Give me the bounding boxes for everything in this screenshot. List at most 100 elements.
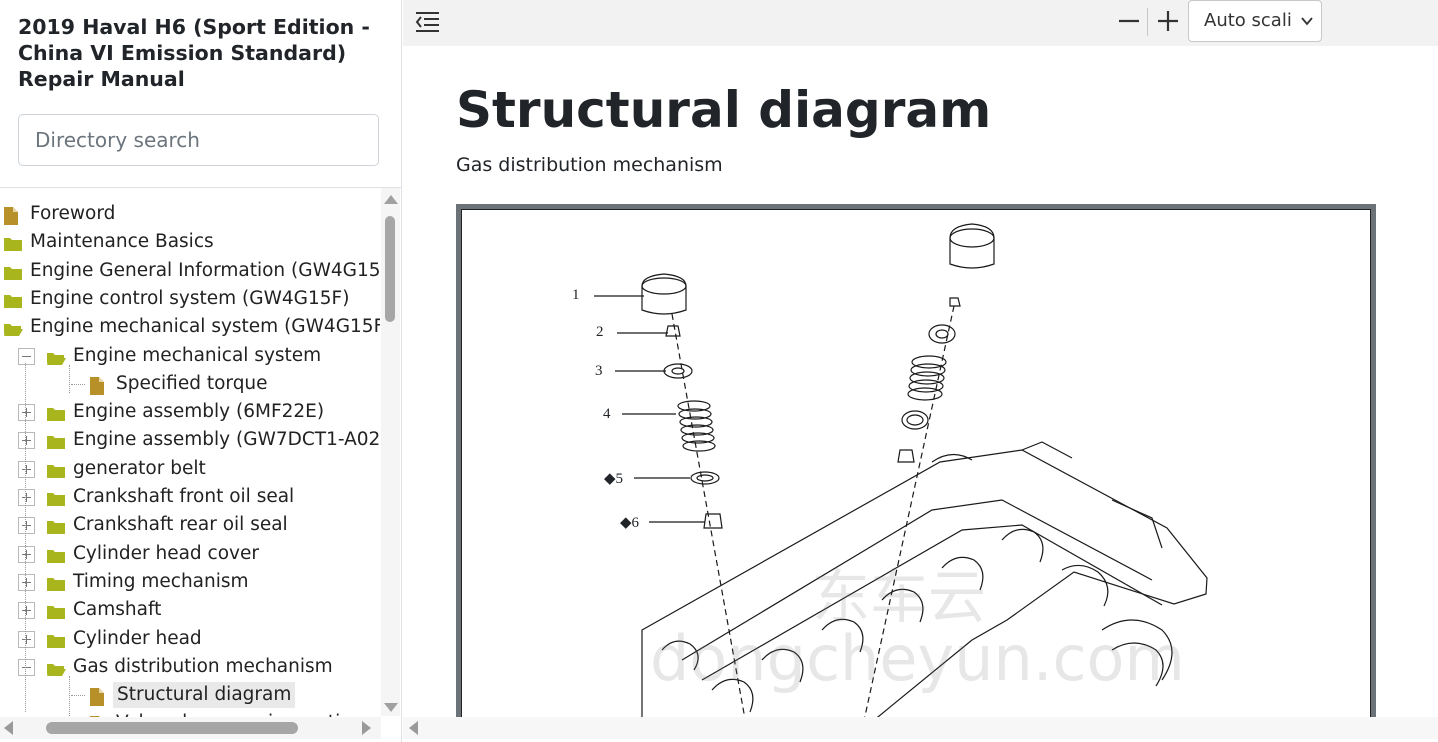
doc-scroll-left-arrow-icon[interactable] — [409, 721, 418, 735]
tree-item[interactable]: Engine mechanical system — [46, 343, 321, 369]
tree-guide-line — [69, 364, 70, 393]
expand-toggle-icon[interactable] — [18, 432, 35, 450]
expand-toggle-icon[interactable] — [18, 489, 35, 506]
tree-item[interactable]: Crankshaft rear oil seal — [46, 512, 288, 538]
document-horizontal-scrollbar[interactable] — [403, 717, 1438, 739]
callout-6: ◆6 — [620, 515, 640, 531]
tree-connector — [71, 383, 85, 385]
scroll-right-arrow-icon[interactable] — [362, 721, 371, 735]
exploded-view-drawing — [594, 223, 1208, 717]
tree-item[interactable]: Engine control system (GW4G15F) — [3, 286, 349, 312]
tree-item-label: Gas distribution mechanism — [73, 655, 333, 677]
folder-open-icon — [46, 654, 68, 680]
tree-item-label: Engine control system (GW4G15F) — [30, 287, 350, 309]
tree-item[interactable]: Camshaft — [46, 597, 161, 623]
tree-item-label: Crankshaft rear oil seal — [73, 514, 288, 536]
expand-toggle-icon[interactable] — [18, 602, 35, 620]
scroll-left-arrow-icon[interactable] — [4, 721, 13, 735]
sidebar-toggle-icon — [415, 12, 439, 32]
tree-item[interactable]: Engine assembly (GW7DCT1-A02) — [46, 427, 380, 453]
tree-item[interactable]: Engine mechanical system (GW4G15F) — [3, 314, 380, 340]
collapse-toggle-icon[interactable] — [18, 347, 35, 365]
document-icon — [89, 371, 111, 397]
tree-horizontal-scrollbar[interactable] — [0, 717, 381, 739]
directory-tree-panel: Foreword Maintenance Basics Engine General… — [0, 187, 402, 717]
tree-item-label: Valve clearance inspection — [111, 710, 363, 717]
plus-icon — [1158, 11, 1178, 31]
folder-icon — [46, 597, 68, 623]
book-title: 2019 Haval H6 (Sport Edition - China VI … — [18, 15, 370, 91]
tree-item-label: Cylinder head cover — [73, 542, 259, 564]
document-icon — [89, 710, 111, 717]
sidebar: 2019 Haval H6 (Sport Edition - China VI … — [0, 0, 402, 742]
page-subtitle: Gas distribution mechanism — [456, 154, 723, 176]
document-icon — [3, 201, 25, 227]
tree-item[interactable]: Cylinder head — [46, 626, 202, 652]
scroll-down-arrow-icon[interactable] — [384, 703, 398, 712]
folder-open-icon — [46, 343, 68, 369]
zoom-out-button[interactable] — [1114, 6, 1144, 36]
viewer-toolbar: Auto scaling — [403, 0, 1438, 46]
folder-icon — [46, 456, 68, 482]
tree-item-label: Foreword — [30, 203, 116, 224]
folder-icon — [46, 399, 68, 425]
tree-item[interactable]: Structural diagram — [89, 682, 296, 709]
tree-item-label: Specified torque — [116, 372, 268, 394]
callout-1: 1 — [572, 287, 580, 303]
folder-icon — [46, 427, 68, 453]
document-viewer[interactable]: Structural diagram Gas distribution mech… — [403, 46, 1438, 717]
tree-item[interactable]: generator belt — [46, 456, 206, 482]
tree-item-label: Engine assembly (6MF22E) — [73, 401, 325, 423]
directory-search-input[interactable] — [18, 114, 379, 166]
tree-item-label: Engine assembly (GW7DCT1-A02) — [73, 429, 380, 451]
tree-item-label: Engine General Information (GW4G15F) — [30, 259, 380, 281]
zoom-scale-value: Auto scaling — [1204, 10, 1292, 31]
tree-item[interactable]: Crankshaft front oil seal — [46, 484, 294, 510]
expand-toggle-icon[interactable] — [18, 545, 35, 563]
tree-vertical-scrollbar[interactable] — [381, 188, 400, 716]
tree-item[interactable]: Engine assembly (6MF22E) — [46, 399, 324, 425]
folder-icon — [46, 484, 68, 510]
tree-item-label: Crankshaft front oil seal — [73, 486, 295, 507]
tree-item[interactable]: Foreword — [3, 201, 115, 227]
directory-tree: Foreword Maintenance Basics Engine General… — [0, 188, 380, 717]
toggle-sidebar-button[interactable] — [415, 10, 441, 34]
toolbar-divider — [1147, 8, 1148, 36]
page-title: Structural diagram — [456, 81, 992, 139]
tree-item-label: Camshaft — [73, 599, 162, 621]
callout-3: 3 — [595, 363, 603, 379]
tree-item-label: Engine mechanical system (GW4G15F) — [30, 316, 380, 338]
gas-distribution-diagram: 1 2 3 4 ◆5 ◆6 东车云 dongcheyun.com — [461, 209, 1371, 717]
tree-item[interactable]: Gas distribution mechanism — [46, 654, 333, 680]
expand-toggle-icon[interactable] — [18, 573, 35, 591]
expand-toggle-icon[interactable] — [18, 517, 35, 535]
tree-item[interactable]: Timing mechanism — [46, 569, 249, 595]
tree-item-label: Timing mechanism — [73, 570, 249, 592]
tree-guide-line — [25, 362, 26, 713]
zoom-scale-select[interactable]: Auto scaling — [1188, 0, 1322, 42]
expand-toggle-icon[interactable] — [18, 630, 35, 648]
expand-toggle-icon[interactable] — [18, 460, 35, 478]
tree-item[interactable]: Cylinder head cover — [46, 541, 259, 567]
folder-icon — [3, 286, 25, 312]
scroll-up-arrow-icon[interactable] — [384, 195, 398, 204]
tree-connector — [71, 695, 85, 697]
document-icon — [89, 682, 111, 708]
tree-item[interactable]: Valve clearance inspection — [89, 710, 363, 717]
diagram-frame: 1 2 3 4 ◆5 ◆6 东车云 dongcheyun.com — [456, 204, 1376, 717]
tree-item[interactable]: Maintenance Basics — [3, 229, 214, 255]
tree-item[interactable]: Engine General Information (GW4G15F) — [3, 258, 380, 284]
folder-icon — [46, 541, 68, 567]
tree-item[interactable]: Specified torque — [89, 371, 268, 397]
tree-hscroll-thumb[interactable] — [46, 722, 298, 734]
tree-scroll-thumb[interactable] — [385, 216, 395, 322]
tree-item-label: Maintenance Basics — [30, 231, 214, 253]
callout-2: 2 — [596, 324, 604, 340]
collapse-toggle-icon[interactable] — [18, 658, 35, 676]
tree-item-label: Cylinder head — [73, 627, 202, 649]
folder-icon — [46, 512, 68, 538]
expand-toggle-icon[interactable] — [18, 404, 35, 422]
minus-icon — [1119, 19, 1139, 23]
zoom-in-button[interactable] — [1153, 6, 1183, 36]
tree-item-label: Engine mechanical system — [73, 344, 322, 366]
